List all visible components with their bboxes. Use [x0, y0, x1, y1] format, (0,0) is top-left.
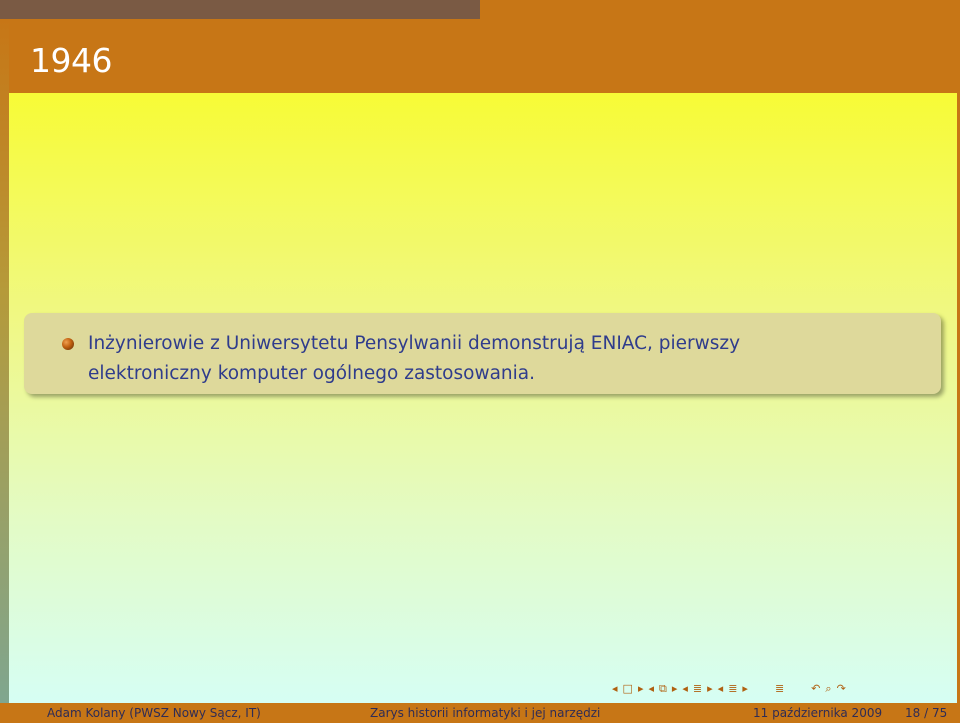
side-strip-left: [0, 19, 9, 703]
progress-fill: [0, 0, 480, 19]
nav-forward-icon[interactable]: ↷: [837, 680, 846, 698]
frame-title: 1946: [30, 41, 112, 80]
content-block: Inżynierowie z Uniwersytetu Pensylwanii …: [24, 313, 941, 394]
footer-page-number: 18 / 75: [905, 706, 948, 720]
footer: Adam Kolany (PWSZ Nowy Sącz, IT) Zarys h…: [0, 703, 960, 723]
nav-subsection-right-icon[interactable]: ▸: [672, 680, 678, 698]
footer-date-cell: 11 października 2009 18 / 75: [640, 703, 960, 723]
nav-subsection-icon[interactable]: ⧉: [659, 680, 667, 698]
navigation-bar: ◂ □ ▸ ◂ ⧉ ▸ ◂ ≣ ▸ ◂ ≣ ▸ ≣ ↶ ⌕ ↷: [612, 680, 957, 698]
nav-subsection-left-icon[interactable]: ◂: [648, 680, 654, 698]
footer-title: Zarys historii informatyki i jej narzędz…: [320, 703, 640, 723]
bullet-icon: [62, 338, 74, 350]
nav-section-right-icon[interactable]: ▸: [707, 680, 713, 698]
block-text: Inżynierowie z Uniwersytetu Pensylwanii …: [88, 329, 888, 389]
frame-title-bar: 1946: [0, 19, 960, 93]
block-text-line-2: elektroniczny komputer ogólnego zastosow…: [88, 363, 536, 384]
nav-search-icon[interactable]: ⌕: [825, 680, 831, 698]
nav-doc-icon[interactable]: ≣: [728, 680, 737, 698]
nav-toc-icon[interactable]: ≣: [775, 680, 784, 698]
nav-doc-left-icon[interactable]: ◂: [718, 680, 724, 698]
nav-section-icon[interactable]: ≣: [693, 680, 702, 698]
nav-frame-right-icon[interactable]: ▸: [638, 680, 644, 698]
nav-back-icon[interactable]: ↶: [811, 680, 820, 698]
nav-doc-right-icon[interactable]: ▸: [742, 680, 748, 698]
nav-frame-icon[interactable]: □: [623, 680, 633, 698]
nav-section-left-icon[interactable]: ◂: [682, 680, 688, 698]
nav-frame-left-icon[interactable]: ◂: [612, 680, 618, 698]
footer-author: Adam Kolany (PWSZ Nowy Sącz, IT): [0, 703, 320, 723]
progress-track: [0, 0, 960, 19]
block-text-line-1: Inżynierowie z Uniwersytetu Pensylwanii …: [88, 333, 741, 354]
slide-body: [9, 93, 957, 703]
footer-date: 11 października 2009: [753, 706, 883, 720]
